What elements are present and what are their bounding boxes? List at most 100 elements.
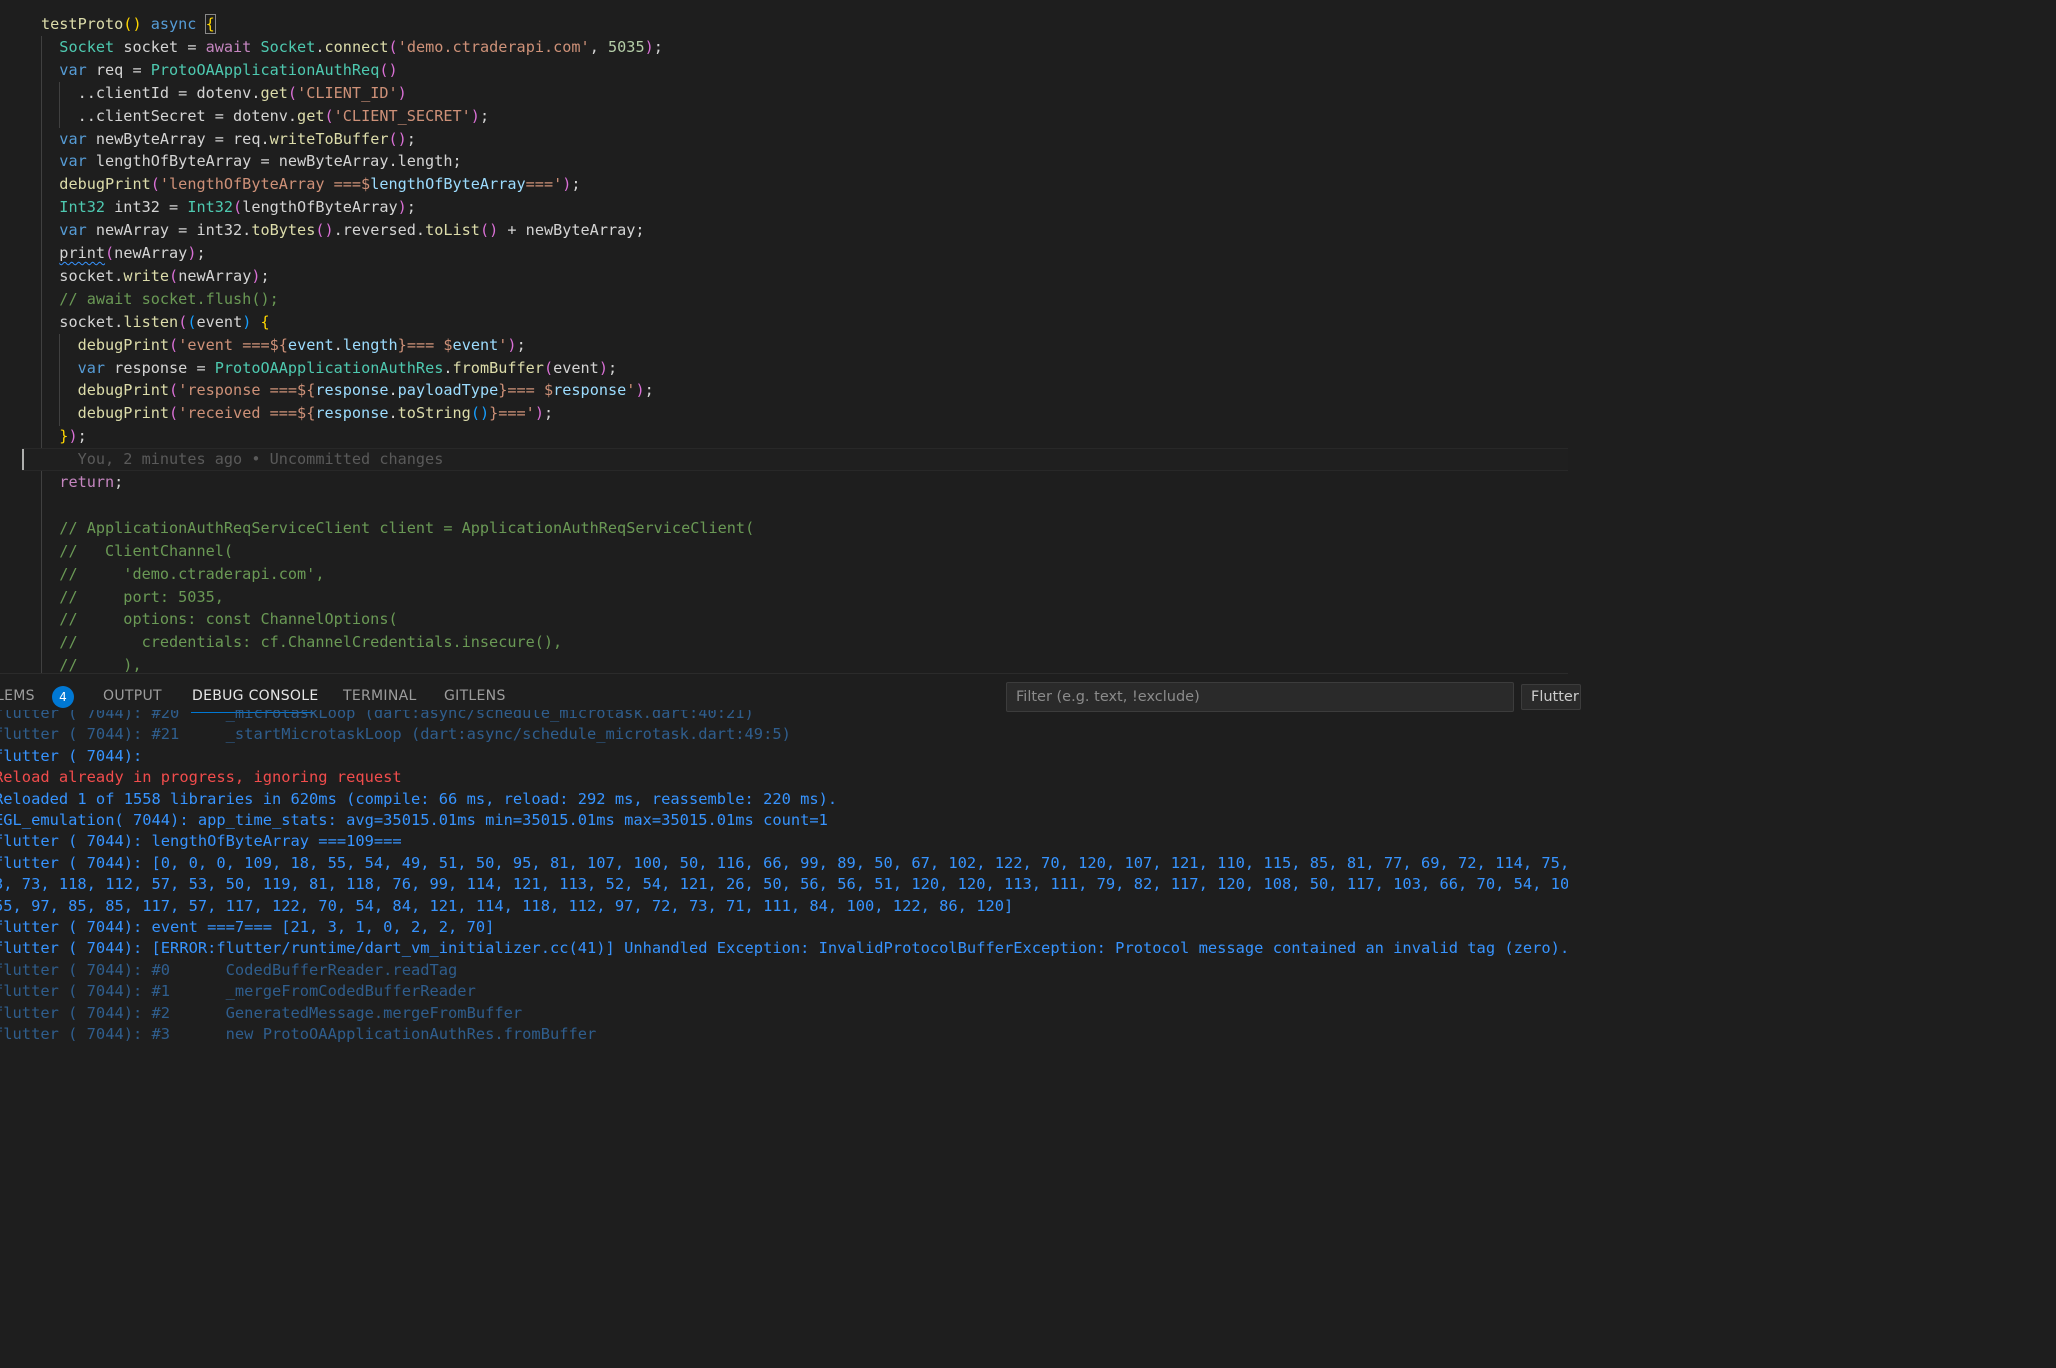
code-token: ; bbox=[406, 198, 416, 217]
code-token: var bbox=[59, 221, 87, 240]
console-filter-input[interactable] bbox=[1006, 682, 1514, 712]
code-token: 'response ===${ bbox=[178, 381, 316, 400]
indent-guide bbox=[41, 36, 42, 673]
code-token: { bbox=[260, 312, 270, 331]
console-line: flutter ( 7044): #0 CodedBufferReader.re… bbox=[0, 960, 458, 979]
git-blame-annotation-line: You, 2 minutes ago • Uncommitted changes bbox=[22, 448, 1568, 472]
code-token: ) bbox=[598, 358, 608, 377]
code-token: ( bbox=[169, 335, 179, 354]
tab-gitlens[interactable]: GITLENS bbox=[444, 688, 506, 704]
code-token: ===' bbox=[525, 175, 563, 194]
console-line: flutter ( 7044): #2 GeneratedMessage.mer… bbox=[0, 1003, 523, 1022]
code-token: ( bbox=[178, 312, 188, 331]
code-line: testProto() async { bbox=[41, 13, 216, 36]
code-token: response bbox=[315, 404, 389, 423]
code-token: ) bbox=[644, 37, 654, 56]
code-line: // await socket.flush(); bbox=[59, 288, 278, 311]
code-token: debugPrint bbox=[77, 404, 170, 423]
code-token: debugPrint bbox=[59, 175, 151, 194]
code-editor[interactable]: testProto() async {Socket socket = await… bbox=[0, 0, 1568, 673]
code-token: newArray bbox=[114, 244, 188, 262]
code-token: var bbox=[77, 358, 106, 377]
code-token: 'event ===${ bbox=[178, 335, 288, 354]
code-token: lengthOfByteArray bbox=[242, 198, 398, 217]
tab-problems[interactable]: LEMS bbox=[0, 688, 35, 704]
code-line: // options: const ChannelOptions( bbox=[59, 608, 397, 631]
code-token: ProtoOAApplicationAuthRes bbox=[214, 358, 444, 377]
console-line: 55, 97, 85, 85, 117, 57, 117, 122, 70, 5… bbox=[0, 896, 1014, 915]
code-line: Socket socket = await Socket.connect('de… bbox=[59, 36, 663, 59]
code-token: response bbox=[315, 381, 389, 400]
code-token: ) bbox=[534, 404, 544, 423]
code-token: write bbox=[123, 266, 170, 285]
code-token: ; bbox=[543, 404, 554, 423]
code-token: ) bbox=[68, 427, 78, 446]
console-line: flutter ( 7044): bbox=[0, 746, 143, 765]
code-token: newArray bbox=[178, 266, 252, 285]
code-token: toBytes bbox=[251, 221, 316, 240]
debug-console-output[interactable]: flutter ( 7044): #20 _microtaskLoop (dar… bbox=[0, 710, 1568, 1044]
code-token: ..clientSecret = dotenv. bbox=[77, 106, 298, 125]
code-token: 'CLIENT_SECRET' bbox=[333, 106, 471, 125]
code-line: }); bbox=[59, 425, 86, 448]
code-token: () bbox=[123, 15, 151, 33]
code-token: + newByteArray; bbox=[498, 221, 645, 240]
code-token: () bbox=[379, 60, 398, 79]
code-token: ; bbox=[77, 427, 87, 446]
code-token: .reversed. bbox=[333, 221, 426, 240]
code-line: Int32 int32 = Int32(lengthOfByteArray); bbox=[59, 196, 416, 219]
tab-terminal[interactable]: TERMINAL bbox=[343, 688, 417, 704]
code-token: return bbox=[59, 473, 115, 491]
tab-output[interactable]: OUTPUT bbox=[103, 688, 162, 704]
code-token: () bbox=[479, 221, 499, 240]
code-token: payloadType bbox=[397, 381, 499, 400]
code-token: . bbox=[388, 381, 398, 400]
code-token: int32 = bbox=[105, 198, 188, 217]
code-token: ProtoOAApplicationAuthReq bbox=[150, 60, 380, 79]
code-token: toList bbox=[425, 221, 480, 240]
code-token: socket. bbox=[59, 312, 124, 331]
tab-debug-console[interactable]: DEBUG CONSOLE bbox=[192, 688, 319, 704]
console-line: Reload already in progress, ignoring req… bbox=[0, 768, 402, 787]
code-token: Int32 bbox=[59, 198, 106, 217]
code-token: 'received ===${ bbox=[178, 404, 316, 423]
code-token: var bbox=[59, 152, 87, 171]
code-token: () bbox=[315, 221, 334, 240]
code-token: socket = bbox=[114, 37, 206, 56]
console-line: EGL_emulation( 7044): app_time_stats: av… bbox=[0, 811, 828, 829]
text-cursor bbox=[22, 449, 24, 470]
code-token: lengthOfByteArray = newByteArray.length; bbox=[86, 152, 462, 171]
code-token: newByteArray = req. bbox=[86, 129, 270, 148]
code-token: Int32 bbox=[187, 198, 234, 217]
code-token: fromBuffer bbox=[452, 358, 544, 377]
code-token: }=== $ bbox=[498, 381, 554, 400]
console-line: flutter ( 7044): #1 _mergeFromCodedBuffe… bbox=[0, 982, 476, 1001]
code-line: // ), bbox=[59, 654, 141, 673]
code-token: 'CLIENT_ID' bbox=[297, 83, 398, 102]
code-token: await bbox=[205, 37, 252, 56]
code-token: ( bbox=[187, 312, 197, 331]
code-token: debugPrint bbox=[77, 335, 170, 354]
code-token: ; bbox=[571, 175, 581, 194]
code-token: ) bbox=[251, 266, 261, 285]
code-line: var newByteArray = req.writeToBuffer(); bbox=[59, 128, 416, 151]
code-token: ( bbox=[150, 175, 160, 194]
code-token: listen bbox=[123, 312, 179, 331]
code-line: debugPrint('received ===${response.toStr… bbox=[78, 402, 554, 425]
code-token: ; bbox=[607, 358, 618, 377]
code-token: // await socket.flush(); bbox=[59, 289, 279, 308]
code-token: ..clientId = dotenv. bbox=[77, 83, 261, 102]
debug-session-select[interactable]: Flutter bbox=[1521, 684, 1581, 710]
code-token: // credentials: cf.ChannelCredentials.in… bbox=[59, 633, 563, 652]
code-token: ) bbox=[397, 198, 407, 217]
code-line: debugPrint('event ===${event.length}=== … bbox=[78, 334, 526, 357]
code-token: ) bbox=[470, 106, 480, 125]
code-token: , bbox=[589, 37, 609, 56]
code-token: ; bbox=[479, 106, 490, 125]
code-token: 'lengthOfByteArray ===$ bbox=[159, 175, 371, 194]
console-line: flutter ( 7044): #20 _microtaskLoop (dar… bbox=[0, 710, 754, 722]
code-token: event bbox=[196, 312, 243, 331]
code-token: . bbox=[388, 404, 398, 423]
code-token: Socket bbox=[59, 37, 115, 56]
